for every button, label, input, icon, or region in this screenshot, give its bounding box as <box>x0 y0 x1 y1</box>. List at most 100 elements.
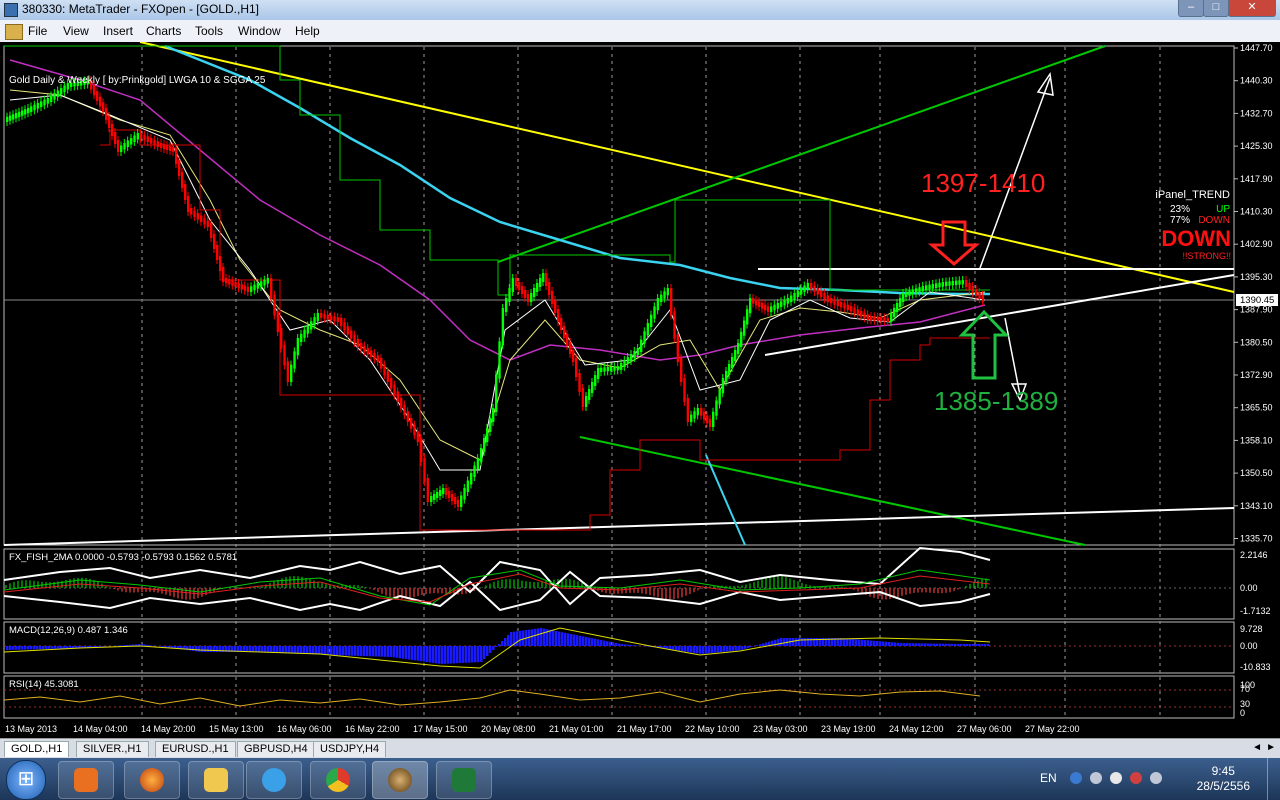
chart-doc-icon[interactable] <box>5 24 23 40</box>
show-desktop-button[interactable] <box>1267 758 1280 800</box>
candle-body <box>816 288 820 295</box>
macd-bar <box>276 646 279 653</box>
macd-bar <box>435 646 438 664</box>
macd-bar <box>354 646 357 656</box>
candle-body <box>316 313 320 322</box>
menu-view[interactable]: View <box>63 24 89 38</box>
taskbar-internet-explorer[interactable] <box>246 761 302 799</box>
candle-body <box>175 148 178 164</box>
tab-gbpusd[interactable]: GBPUSD,H4 <box>237 741 315 757</box>
menu-charts[interactable]: Charts <box>146 24 181 38</box>
candle-body <box>356 338 360 347</box>
candle-body <box>393 384 396 396</box>
taskbar-metatrader[interactable] <box>372 761 428 799</box>
macd-bar <box>606 641 609 646</box>
candle-body <box>935 283 938 288</box>
menu-window[interactable]: Window <box>238 24 281 38</box>
volume-muted-icon[interactable] <box>1130 772 1142 784</box>
macd-bar <box>957 643 960 646</box>
start-button[interactable]: ⊞ <box>6 760 46 800</box>
menu-file[interactable]: File <box>28 24 47 38</box>
candle-body <box>240 284 244 290</box>
taskbar-chrome[interactable] <box>310 761 366 799</box>
macd-bar <box>411 646 414 660</box>
macd-bar <box>402 646 405 659</box>
candle-body <box>836 300 840 306</box>
macd-bar <box>144 644 147 646</box>
chart-area[interactable]: Gold Daily & Weekly [ by:Prinkgold] LWGA… <box>0 42 1280 738</box>
taskbar-excel[interactable] <box>436 761 492 799</box>
macd-bar <box>564 632 567 646</box>
macd-bar <box>54 646 57 649</box>
subwindow-tick-label: -1.7132 <box>1240 606 1271 616</box>
subwindow-tick-label: 70 <box>1240 684 1250 694</box>
language-indicator[interactable]: EN <box>1040 771 1057 785</box>
help-icon[interactable] <box>1070 772 1082 784</box>
candle-body <box>56 90 60 97</box>
macd-bar <box>312 646 315 655</box>
macd-bar <box>483 646 486 659</box>
clock[interactable]: 9:45 28/5/2556 <box>1197 764 1250 794</box>
menu-help[interactable]: Help <box>295 24 320 38</box>
candle-body <box>140 133 143 139</box>
macd-bar <box>612 642 615 646</box>
candle-body <box>557 309 560 322</box>
taskbar-media-player[interactable] <box>58 761 114 799</box>
candle-body <box>43 99 46 106</box>
network-icon[interactable] <box>1090 772 1102 784</box>
flag-icon[interactable] <box>1110 772 1122 784</box>
candle-body <box>820 290 823 297</box>
candle-body <box>693 411 696 419</box>
candle-body <box>905 291 908 297</box>
macd-bar <box>63 646 66 649</box>
candle-body <box>50 95 53 102</box>
tab-silver[interactable]: SILVER.,H1 <box>76 741 149 757</box>
candle-body <box>548 282 551 295</box>
candle-body <box>6 116 9 122</box>
candle-body <box>480 448 483 462</box>
price-tick-label: 1402.90 <box>1240 239 1273 249</box>
chrome-icon <box>326 768 350 792</box>
macd-bar <box>936 643 939 646</box>
tab-scroll-right-icon[interactable]: ► <box>1266 742 1276 753</box>
close-button[interactable]: ✕ <box>1228 0 1276 17</box>
macd-bar <box>705 646 708 654</box>
maximize-button[interactable]: □ <box>1203 0 1229 17</box>
macd-bar <box>486 646 489 656</box>
candle-body <box>700 408 703 416</box>
tab-usdjpy[interactable]: USDJPY,H4 <box>313 741 387 757</box>
candle-body <box>386 371 390 382</box>
candle-body <box>250 286 253 292</box>
candle-body <box>363 345 366 352</box>
time-tick-label: 16 May 22:00 <box>345 724 400 734</box>
candle-body <box>866 314 870 320</box>
menu-tools[interactable]: Tools <box>195 24 223 38</box>
taskbar: ⊞ EN 9:45 28/5/2556 <box>0 758 1280 800</box>
candle-body <box>545 273 548 286</box>
macd-bar <box>615 643 618 646</box>
macd-bar <box>576 635 579 646</box>
macd-bar <box>669 646 672 650</box>
taskbar-firefox[interactable] <box>124 761 180 799</box>
resistance-annotation: 1397-1410 <box>921 168 1045 198</box>
candle-body <box>566 334 569 346</box>
candle-body <box>93 85 96 96</box>
candle-body <box>210 223 213 238</box>
macd-bar <box>462 646 465 663</box>
macd-bar <box>672 646 675 650</box>
taskbar-explorer[interactable] <box>188 761 244 799</box>
candle-body <box>326 314 330 320</box>
candle-body <box>870 316 873 321</box>
tab-scroll-left-icon[interactable]: ◄ <box>1252 742 1262 753</box>
macd-bar <box>765 642 768 646</box>
power-icon[interactable] <box>1150 772 1162 784</box>
candle-body <box>489 418 492 432</box>
menu-insert[interactable]: Insert <box>103 24 133 38</box>
candle-body <box>460 495 463 507</box>
tab-eurusd[interactable]: EURUSD.,H1 <box>155 741 236 757</box>
candle-body <box>400 398 403 409</box>
tab-gold[interactable]: GOLD.,H1 <box>4 741 70 757</box>
minimize-button[interactable]: – <box>1178 0 1204 17</box>
macd-bar <box>93 646 96 648</box>
candle-body <box>9 115 12 121</box>
